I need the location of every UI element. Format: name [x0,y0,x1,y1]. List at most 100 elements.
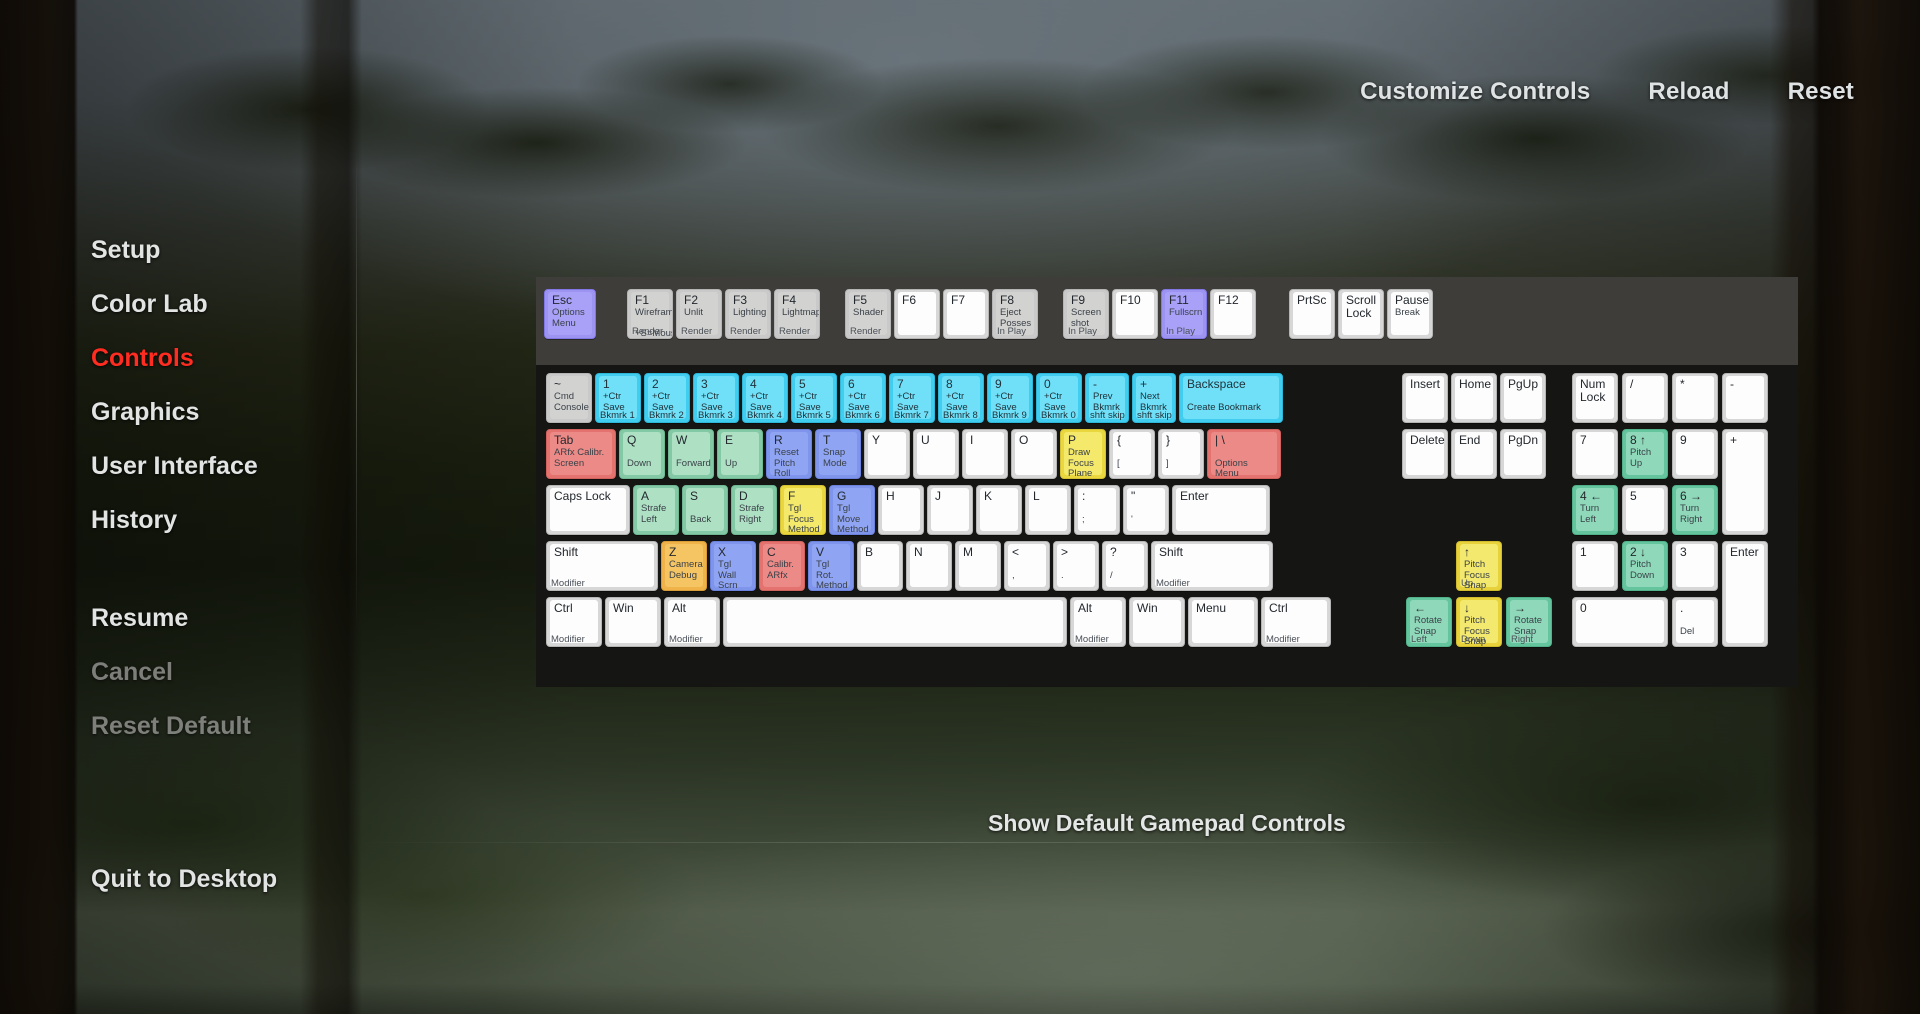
keyboard-key[interactable]: 6+Ctr Save +Alt LoadBkmrk 6 [840,373,886,423]
keyboard-key[interactable]: H [878,485,924,535]
keyboard-key[interactable]: PrtSc [1289,289,1335,339]
keyboard-key[interactable]: → Rotate Snap Right [1506,597,1552,647]
keyboard-key[interactable]: Q Down [619,429,665,479]
keyboard-key[interactable]: 4 ← Turn Left [1572,485,1618,535]
menu-item-graphics[interactable]: Graphics [91,398,351,427]
keyboard-key[interactable]: 9+Ctr Save +Alt LoadBkmrk 9 [987,373,1033,423]
keyboard-key[interactable]: T Snap Mode [815,429,861,479]
keyboard-key[interactable]: 9 [1672,429,1718,479]
menu-item-history[interactable]: History [91,506,351,535]
keyboard-key[interactable]: 2+Ctr Save +Alt LoadBkmrk 2 [644,373,690,423]
keyboard-key[interactable]: : ; [1074,485,1120,535]
keyboard-key[interactable]: 6 → Turn Right [1672,485,1718,535]
keyboard-key[interactable]: 7+Ctr Save +Alt LoadBkmrk 7 [889,373,935,423]
keyboard-key[interactable]: 3 [1672,541,1718,591]
keyboard-key[interactable]: K [976,485,1022,535]
keyboard-key[interactable]: D Strafe Right [731,485,777,535]
menu-item-color-lab[interactable]: Color Lab [91,290,351,319]
keyboard-key[interactable]: F Tgl Focus Method [780,485,826,535]
keyboard-key[interactable]: 0 [1572,597,1668,647]
keyboard-key[interactable]: F11 Fullscrn In Play [1161,289,1207,339]
keyboard-key[interactable]: ← Rotate Snap Left [1406,597,1452,647]
keyboard-key[interactable] [723,597,1067,647]
keyboard-key[interactable]: Win [605,597,661,647]
keyboard-key[interactable]: W Forward [668,429,714,479]
customize-controls-button[interactable]: Customize Controls [1360,78,1590,106]
keyboard-key[interactable]: Home [1451,373,1497,423]
keyboard-key[interactable]: F9 Screen shot In Play [1063,289,1109,339]
keyboard-key[interactable]: R Reset Pitch Roll [766,429,812,479]
keyboard-key[interactable]: + Next Bkmrk shft skip [1132,373,1176,423]
keyboard-key[interactable]: U [913,429,959,479]
keyboard-key[interactable]: 2 ↓ Pitch Down [1622,541,1668,591]
keyboard-key[interactable]: Scroll Lock [1338,289,1384,339]
keyboard-key[interactable]: * [1672,373,1718,423]
keyboard-key[interactable]: 1 [1572,541,1618,591]
keyboard-key[interactable]: Enter [1722,541,1768,647]
keyboard-key[interactable]: F1Wireframe +S=MouseRender [627,289,673,339]
keyboard-key[interactable]: P Draw Focus Plane [1060,429,1106,479]
keyboard-key[interactable]: O [1011,429,1057,479]
keyboard-key[interactable]: Pause Break [1387,289,1433,339]
keyboard-key[interactable]: B [857,541,903,591]
keyboard-key[interactable]: 5+Ctr Save +Alt LoadBkmrk 5 [791,373,837,423]
keyboard-key[interactable]: Alt Modifier [664,597,720,647]
keyboard-key[interactable]: Backspace Create Bookmark [1179,373,1283,423]
reset-button[interactable]: Reset [1788,78,1854,106]
keyboard-key[interactable]: S Back [682,485,728,535]
keyboard-key[interactable]: X Tgl Wall Scrn [710,541,756,591]
keyboard-key[interactable]: > . [1053,541,1099,591]
keyboard-key[interactable]: F12 [1210,289,1256,339]
keyboard-key[interactable]: J [927,485,973,535]
keyboard-key[interactable]: 7 [1572,429,1618,479]
keyboard-key[interactable]: - [1722,373,1768,423]
keyboard-key[interactable]: Menu [1188,597,1258,647]
keyboard-key[interactable]: ~ Cmd Console [546,373,592,423]
keyboard-key[interactable]: ↓ Pitch Focus Snap Down [1456,597,1502,647]
menu-item-cancel[interactable]: Cancel [91,658,391,687]
keyboard-key[interactable]: Enter [1172,485,1270,535]
keyboard-key[interactable]: N [906,541,952,591]
keyboard-key[interactable]: F3 Lighting Render [725,289,771,339]
keyboard-key[interactable]: 3+Ctr Save +Alt LoadBkmrk 3 [693,373,739,423]
keyboard-key[interactable]: F7 [943,289,989,339]
keyboard-key[interactable]: { [ [1109,429,1155,479]
keyboard-key[interactable]: Tab ARfx Calibr. Screen [546,429,616,479]
keyboard-key[interactable]: Caps Lock [546,485,630,535]
menu-item-resume[interactable]: Resume [91,604,391,633]
keyboard-key[interactable]: - Prev Bkmrk shft skip [1085,373,1129,423]
keyboard-key[interactable]: Shift Modifier [1151,541,1273,591]
keyboard-key[interactable]: 5 [1622,485,1668,535]
keyboard-key[interactable]: F6 [894,289,940,339]
keyboard-key[interactable]: ? / [1102,541,1148,591]
keyboard-key[interactable]: " ' [1123,485,1169,535]
keyboard-key[interactable]: E Up [717,429,763,479]
keyboard-key[interactable]: G Tgl Move Method [829,485,875,535]
keyboard-key[interactable]: PgUp [1500,373,1546,423]
keyboard-key[interactable]: M [955,541,1001,591]
keyboard-key[interactable]: V Tgl Rot. Method [808,541,854,591]
keyboard-key[interactable]: Insert [1402,373,1448,423]
keyboard-key[interactable]: A Strafe Left [633,485,679,535]
keyboard-key[interactable]: End [1451,429,1497,479]
keyboard-key[interactable]: Esc Options Menu [544,289,596,339]
keyboard-key[interactable]: 0+Ctr Save +Alt LoadBkmrk 0 [1036,373,1082,423]
keyboard-key[interactable]: L [1025,485,1071,535]
keyboard-key[interactable]: ↑ Pitch Focus Snap Up [1456,541,1502,591]
menu-item-setup[interactable]: Setup [91,236,351,265]
reload-button[interactable]: Reload [1648,78,1729,106]
keyboard-key[interactable]: Win [1129,597,1185,647]
keyboard-key[interactable]: Num Lock [1572,373,1618,423]
show-gamepad-controls-button[interactable]: Show Default Gamepad Controls [988,810,1346,837]
keyboard-key[interactable]: < , [1004,541,1050,591]
keyboard-key[interactable]: / [1622,373,1668,423]
menu-item-user-interface[interactable]: User Interface [91,452,351,481]
keyboard-key[interactable]: Z Camera Debug [661,541,707,591]
keyboard-key[interactable]: C Calibr. ARfx [759,541,805,591]
keyboard-key[interactable]: } ] [1158,429,1204,479]
keyboard-key[interactable]: + [1722,429,1768,535]
keyboard-key[interactable]: F4 Lightmap Render [774,289,820,339]
keyboard-key[interactable]: | \ Options Menu [1207,429,1281,479]
keyboard-key[interactable]: F2 Unlit Render [676,289,722,339]
keyboard-key[interactable]: Shift Modifier [546,541,658,591]
